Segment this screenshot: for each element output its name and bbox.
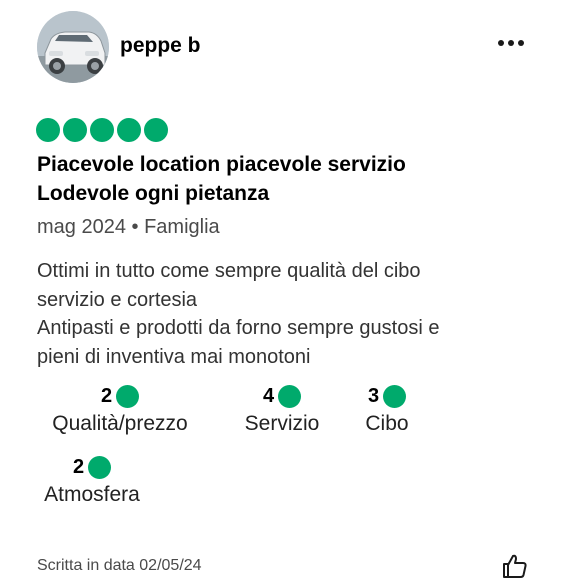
rating-bubble-icon xyxy=(90,118,114,142)
subrating-service: 4 Servizio xyxy=(238,382,326,436)
rating-bubble-icon xyxy=(383,384,407,408)
thumbs-up-icon[interactable] xyxy=(502,553,528,579)
subrating-value: 2 Qualità/prezzo xyxy=(37,382,203,436)
rating-bubble-icon xyxy=(116,384,140,408)
subrating-score: 4 xyxy=(238,382,326,410)
subrating-label: Cibo xyxy=(365,412,409,435)
review-meta: mag 2024 • Famiglia xyxy=(37,216,220,238)
subrating-score: 2 xyxy=(37,453,147,481)
subrating-label: Servizio xyxy=(244,412,320,435)
review-title: Piacevole location piacevole servizio Lo… xyxy=(37,153,406,205)
subrating-food: 3 Cibo xyxy=(360,382,414,436)
avatar[interactable] xyxy=(37,11,109,83)
username[interactable]: peppe b xyxy=(120,34,201,58)
subrating-atmosphere: 2 Atmosfera xyxy=(37,453,147,507)
rating-bubble-icon xyxy=(63,118,87,142)
subrating-score: 2 xyxy=(37,382,203,410)
rating-bubble-icon xyxy=(36,118,60,142)
more-options-icon[interactable] xyxy=(498,36,534,50)
rating-bubble-icon xyxy=(88,455,112,479)
rating-bubble-icon xyxy=(117,118,141,142)
rating-bubble-icon xyxy=(144,118,168,142)
rating-bubble-icon xyxy=(278,384,302,408)
rating-bubbles xyxy=(36,118,168,142)
review-body: Ottimi in tutto come sempre qualità del … xyxy=(37,260,440,368)
subrating-label: Atmosfera xyxy=(44,483,140,506)
subrating-score: 3 xyxy=(360,382,414,410)
subrating-label: Qualità/prezzo xyxy=(52,412,188,435)
car-photo xyxy=(37,11,109,83)
written-date: Scritta in data 02/05/24 xyxy=(37,557,202,574)
